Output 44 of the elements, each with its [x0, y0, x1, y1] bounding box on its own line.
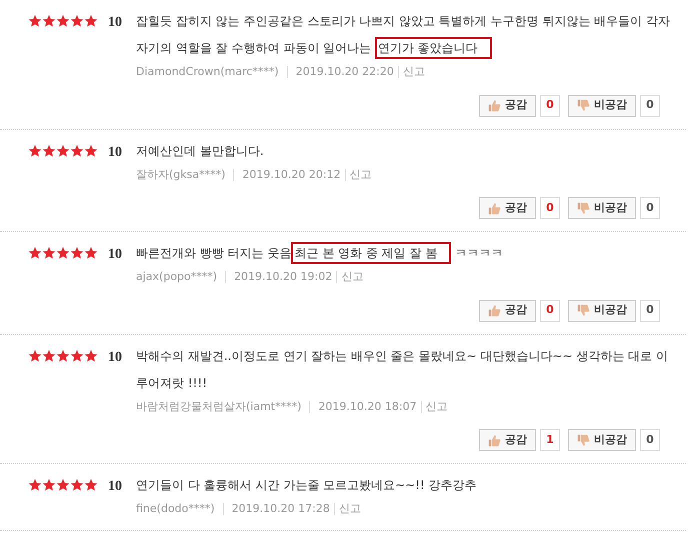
thumbs-down-icon — [577, 304, 590, 317]
dislike-count: 0 — [640, 197, 660, 219]
review-text: 잡힐듯 잡히지 않는 주인공같은 스토리가 나쁘지 않았고 특별하게 누구한명 튀지않는 배우들이 각자 자기의 역할을 잘 수행하여 파동이 일어나는 연기가 좋았습니다 — [136, 8, 670, 62]
thumbs-down-icon — [577, 202, 590, 214]
review-date: 2019.10.20 17:28 — [232, 501, 330, 517]
rating-score: 10 — [108, 14, 122, 32]
dislike-button[interactable]: 비공감 — [568, 94, 636, 116]
dislike-count: 0 — [640, 300, 660, 322]
dislike-button[interactable]: 비공감 — [568, 197, 636, 219]
rating-score: 10 — [108, 348, 122, 366]
like-button[interactable]: 공감 — [479, 94, 536, 116]
review-date: 2019.10.20 20:12 — [242, 166, 341, 182]
author-name: 잘하자(gksa****) — [136, 166, 226, 182]
rating-score: 10 — [108, 144, 122, 162]
review-text: 빠른전개와 빵빵 터지는 웃음 최근 본 영화 중 제일 잘 봄 ㅋㅋㅋㅋ — [136, 240, 670, 267]
thumbs-up-icon — [488, 202, 501, 214]
dislike-count: 0 — [640, 429, 660, 451]
like-count: 1 — [540, 429, 560, 451]
dislike-count: 0 — [640, 94, 660, 116]
thumbs-up-icon — [488, 99, 501, 112]
like-button[interactable]: 공감 — [479, 429, 536, 451]
author-name: DiamondCrown(marc****) — [136, 64, 279, 80]
thumbs-down-icon — [577, 434, 590, 446]
like-count: 0 — [540, 94, 560, 116]
rating-score: 10 — [108, 246, 122, 264]
like-count: 0 — [540, 300, 560, 322]
thumbs-up-icon — [488, 434, 501, 446]
review-text: 박해수의 재발견..이정도로 연기 잘하는 배우인 줄은 몰랐네요~ 대단했습니다~~ 생각하는 대로 이루어져랏 !!!! — [136, 348, 669, 392]
review-date: 2019.10.20 22:20 — [296, 64, 394, 80]
dislike-button[interactable]: 비공감 — [568, 429, 636, 451]
review-date: 2019.10.20 18:07 — [318, 398, 417, 414]
review-text: 연기들이 다 훌륭해서 시간 가는줄 모르고봤네요~~!! 강추강추 — [136, 477, 478, 494]
like-count: 0 — [540, 197, 560, 219]
dislike-button[interactable]: 비공감 — [568, 300, 636, 322]
like-button[interactable]: 공감 — [479, 197, 536, 219]
like-button[interactable]: 공감 — [479, 300, 536, 322]
author-name: fine(dodo****) — [136, 501, 215, 517]
review-date: 2019.10.20 19:02 — [234, 269, 332, 285]
thumbs-up-icon — [488, 304, 501, 317]
rating-score: 10 — [108, 478, 122, 496]
author-name: 바람처럼강물처럼살자(iamt****) — [136, 398, 302, 414]
review-text: 저예산인데 볼만합니다. — [136, 142, 265, 160]
thumbs-down-icon — [577, 99, 590, 112]
author-name: ajax(popo****) — [136, 269, 218, 285]
